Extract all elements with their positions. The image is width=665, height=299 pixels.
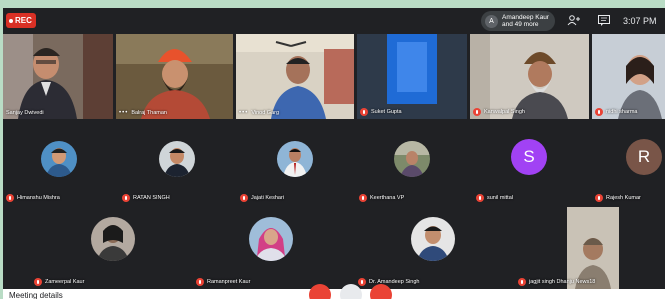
mic-off-icon	[595, 108, 603, 116]
recording-label: REC	[15, 16, 32, 25]
avatar	[277, 141, 313, 177]
mic-off-icon	[240, 194, 248, 202]
avatar-tile[interactable]: Himanshu Mishra	[3, 121, 116, 205]
avatar: S	[511, 139, 547, 175]
participant-name: nidhi sharma	[606, 109, 638, 115]
video-feed	[357, 34, 467, 119]
video-tile[interactable]: Suket Gupta	[357, 34, 467, 119]
video-feed	[116, 34, 233, 119]
record-dot-icon	[9, 18, 13, 23]
video-tile[interactable]: Kanwalpal Singh	[470, 34, 589, 119]
participant-name: RATAN SINGH	[133, 195, 170, 201]
bottom-bar: Meeting details	[3, 284, 665, 299]
participant-name: Sanjay Dwivedi	[6, 110, 44, 116]
participant-name: Suket Gupta	[371, 109, 402, 115]
mic-off-icon	[360, 108, 368, 116]
people-add-icon[interactable]	[567, 14, 581, 27]
avatar-tile[interactable]: Dr. Amandeep Singh	[355, 207, 513, 289]
host-avatar: A	[485, 14, 498, 28]
avatar-tile[interactable]: Zameerpal Kaur	[31, 207, 191, 289]
video-feed	[470, 34, 589, 119]
video-tile-active-speaker[interactable]: ••• Balraj Thaman	[116, 34, 233, 119]
mic-off-icon	[476, 194, 484, 202]
meeting-details-link[interactable]: Meeting details	[9, 291, 63, 299]
participant-name: Ramanpreet Kaur	[207, 279, 251, 285]
participant-name: sunil mittal	[487, 195, 513, 201]
meet-window: REC A Amandeep Kaur and 49 more 3:07 PM	[3, 8, 665, 299]
mic-off-icon	[34, 278, 42, 286]
video-tile[interactable]: ••• Vinod Garg	[236, 34, 354, 119]
video-feed	[567, 207, 619, 289]
leave-call-button[interactable]	[370, 284, 392, 299]
clock: 3:07 PM	[623, 16, 657, 26]
avatar-tile[interactable]: RATAN SINGH	[119, 121, 234, 205]
participant-name: Jajati Keshari	[251, 195, 285, 201]
avatar	[249, 217, 293, 261]
participant-name: Balraj Thaman	[131, 110, 167, 116]
host-name: Amandeep Kaur	[502, 14, 549, 21]
participant-name: Keerthana VP	[370, 195, 405, 201]
top-bar: REC A Amandeep Kaur and 49 more 3:07 PM	[3, 8, 665, 34]
more-options-icon[interactable]: •••	[239, 110, 248, 116]
video-feed	[592, 34, 665, 119]
avatar	[411, 217, 455, 261]
host-pill[interactable]: A Amandeep Kaur and 49 more	[481, 11, 555, 31]
participant-name: Rajesh Kumar	[606, 195, 641, 201]
video-tile[interactable]: Sanjay Dwivedi	[3, 34, 113, 119]
mic-off-icon	[122, 194, 130, 202]
avatar	[394, 141, 430, 177]
avatar-tile[interactable]: Jajati Keshari	[237, 121, 353, 205]
participant-name: Zameerpal Kaur	[45, 279, 85, 285]
chat-icon[interactable]	[597, 14, 611, 27]
avatar	[91, 217, 135, 261]
more-options-icon[interactable]: •••	[119, 110, 128, 116]
mic-toggle-button[interactable]	[309, 284, 331, 299]
camera-toggle-button[interactable]	[340, 284, 362, 299]
avatar-tile[interactable]: S sunil mittal	[473, 121, 589, 205]
mic-off-icon	[518, 278, 526, 286]
video-feed	[3, 34, 113, 119]
participant-name: Kanwalpal Singh	[484, 109, 525, 115]
video-tile[interactable]: jagjit singh Dhanju News18	[515, 207, 665, 289]
recording-badge: REC	[6, 13, 36, 28]
video-feed	[236, 34, 354, 119]
mic-off-icon	[6, 194, 14, 202]
host-more-count: and 49 more	[502, 21, 539, 28]
mic-off-icon	[196, 278, 204, 286]
avatar	[41, 141, 77, 177]
avatar-tile[interactable]: Ramanpreet Kaur	[193, 207, 353, 289]
participant-name: Himanshu Mishra	[17, 195, 60, 201]
participant-name: jagjit singh Dhanju News18	[529, 279, 596, 285]
avatar-tile[interactable]: Keerthana VP	[356, 121, 470, 205]
avatar: R	[626, 139, 662, 175]
participant-name: Vinod Garg	[251, 110, 280, 116]
avatar-tile[interactable]: R Rajesh Kumar	[592, 121, 665, 205]
mic-off-icon	[358, 278, 366, 286]
avatar	[159, 141, 195, 177]
mic-off-icon	[473, 108, 481, 116]
mic-off-icon	[595, 194, 603, 202]
mic-off-icon	[359, 194, 367, 202]
video-tile[interactable]: nidhi sharma	[592, 34, 665, 119]
